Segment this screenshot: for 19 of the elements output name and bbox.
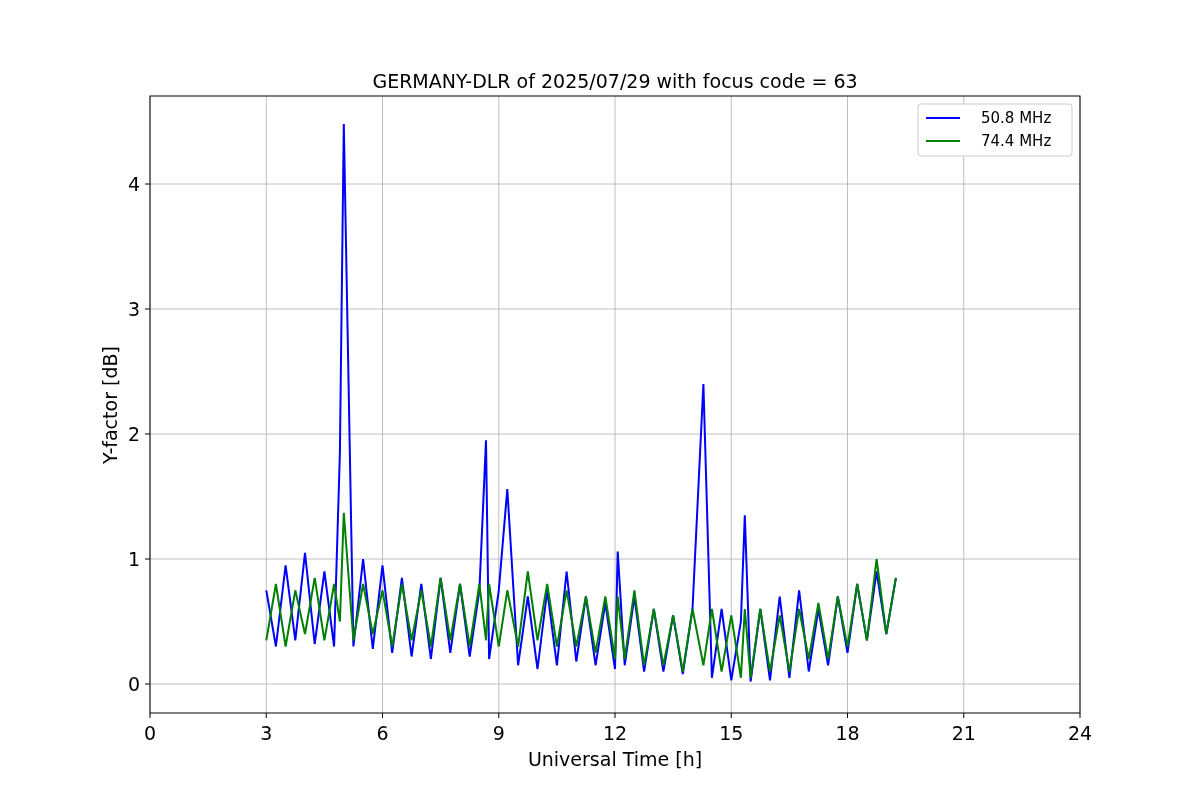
chart-title: GERMANY-DLR of 2025/07/29 with focus code = 63 — [372, 70, 858, 92]
x-tick-label: 21 — [951, 722, 976, 744]
y-tick-label: 0 — [127, 673, 140, 695]
x-tick-label: 18 — [835, 722, 860, 744]
legend-label: 50.8 MHz — [981, 109, 1052, 127]
x-tick-label: 3 — [260, 722, 273, 744]
y-axis-label: Y-factor [dB] — [99, 346, 121, 464]
y-tick-label: 3 — [127, 298, 140, 320]
y-tick-label: 4 — [127, 173, 140, 195]
y-tick-label: 2 — [127, 423, 140, 445]
x-tick-label: 0 — [143, 722, 157, 744]
x-tick-label: 9 — [492, 722, 505, 744]
legend-label: 74.4 MHz — [981, 132, 1052, 150]
y-tick-label: 1 — [127, 548, 140, 570]
x-axis-label: Universal Time [h] — [527, 748, 703, 770]
x-tick-label: 12 — [602, 722, 628, 744]
x-tick-label: 15 — [719, 722, 744, 744]
x-tick-label: 6 — [376, 722, 389, 744]
x-tick-label: 24 — [1067, 722, 1093, 744]
